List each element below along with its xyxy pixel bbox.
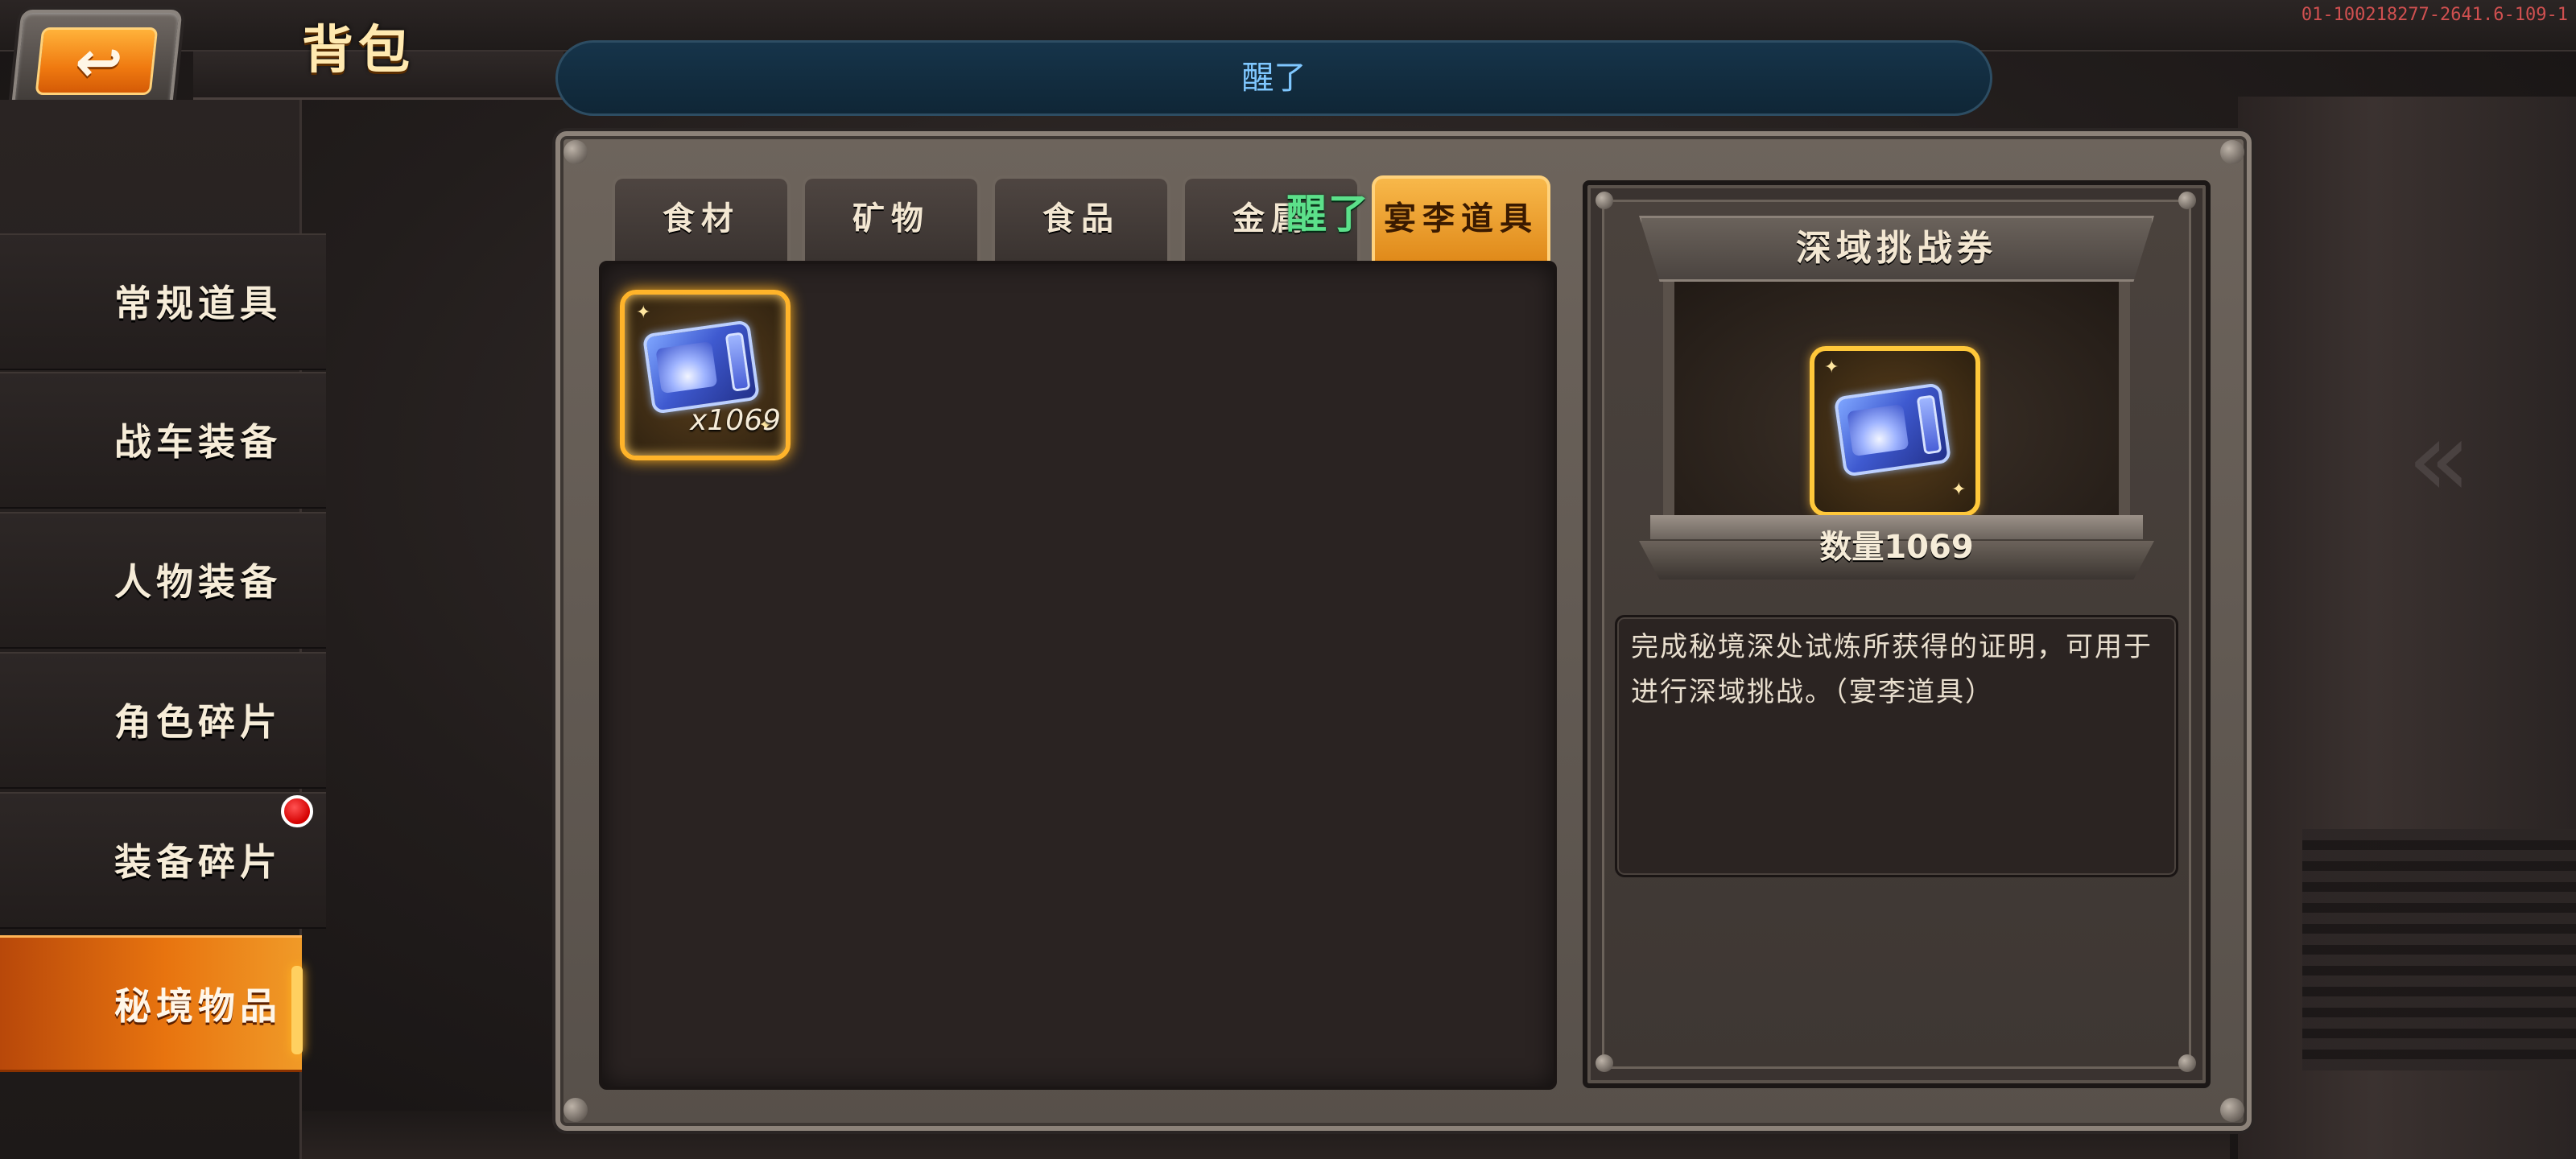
sidebar-item-label: 装备碎片 [114, 840, 282, 884]
sidebar-item-character-equipment[interactable]: 人物装备 [0, 512, 326, 649]
sidebar-item-label: 战车装备 [114, 420, 282, 464]
ticket-stub [724, 332, 751, 392]
bolt-icon [1596, 192, 1613, 209]
bolt-icon [2220, 1098, 2244, 1122]
ticket-stub [1916, 394, 1942, 455]
build-id: 01-100218277-2641.6-109-1 [2301, 5, 2568, 25]
sparkle-icon: ✦ [1824, 357, 1839, 377]
tab-ingredients[interactable]: 食材 [612, 175, 791, 261]
bolt-icon [2178, 1054, 2196, 1072]
page-title: 背包 [302, 21, 415, 80]
ticket-art [1847, 403, 1909, 457]
sidebar-item-label: 常规道具 [114, 282, 282, 325]
sidebar-item-secret-items[interactable]: 秘境物品 [0, 935, 302, 1072]
tab-special-items[interactable]: 宴李道具 [1372, 175, 1550, 261]
sidebar-item-equipment-fragments[interactable]: 装备碎片 [0, 792, 326, 929]
sparkle-icon: ✦ [636, 303, 651, 323]
background-chevron-icon: « [2407, 398, 2471, 520]
notice-text: 醒了 [1241, 60, 1307, 97]
bolt-icon [1596, 1054, 1613, 1072]
detail-item-name: 深域挑战券 [1796, 228, 1997, 269]
bolt-icon [2220, 140, 2244, 164]
back-button[interactable]: ↩ [10, 10, 183, 111]
detail-item-icon: ✦ ✦ [1810, 346, 1980, 517]
sparkle-icon: ✦ [1951, 480, 1967, 500]
ticket-icon [642, 320, 761, 415]
sidebar-item-character-fragments[interactable]: 角色碎片 [0, 652, 326, 789]
sidebar-item-vehicle-equipment[interactable]: 战车装备 [0, 372, 326, 509]
tab-food[interactable]: 食品 [992, 175, 1170, 261]
sidebar-item-label: 角色碎片 [114, 700, 282, 744]
bolt-icon [2178, 192, 2196, 209]
overlay-notification: 醒了 [1286, 191, 1370, 237]
ticket-icon [1833, 382, 1952, 477]
sidebar-item-label: 人物装备 [114, 560, 282, 604]
background-grate [2302, 829, 2576, 1070]
sidebar-item-label: 秘境物品 [114, 984, 282, 1028]
detail-quantity: 数量1069 [1819, 529, 1974, 566]
item-count: x1069 [690, 404, 781, 437]
back-button-face[interactable]: ↩ [35, 27, 159, 95]
back-arrow-icon: ↩ [72, 29, 126, 95]
bolt-icon [564, 140, 588, 164]
sidebar-item-regular[interactable]: 常规道具 [0, 233, 326, 370]
ticket-art [655, 340, 718, 394]
tab-minerals[interactable]: 矿物 [802, 175, 980, 261]
notification-badge [281, 795, 313, 827]
bolt-icon [564, 1098, 588, 1122]
item-description: 完成秘境深处试炼所获得的证明，可用于进行深域挑战。（宴李道具） [1631, 631, 2153, 708]
active-indicator [291, 966, 303, 1054]
notice-bar: 醒了 [555, 40, 1992, 116]
